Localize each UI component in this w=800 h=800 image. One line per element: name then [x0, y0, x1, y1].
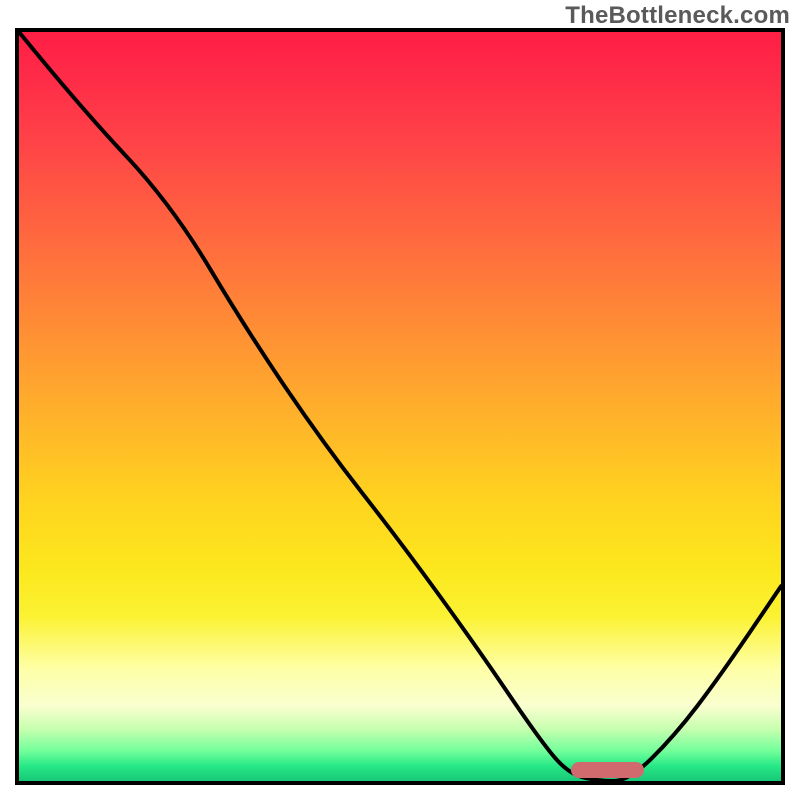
plot-area: [15, 28, 785, 785]
watermark-text: TheBottleneck.com: [565, 2, 790, 30]
bottleneck-curve: [19, 32, 781, 781]
chart-frame: TheBottleneck.com: [0, 0, 800, 800]
optimum-marker: [571, 762, 643, 778]
